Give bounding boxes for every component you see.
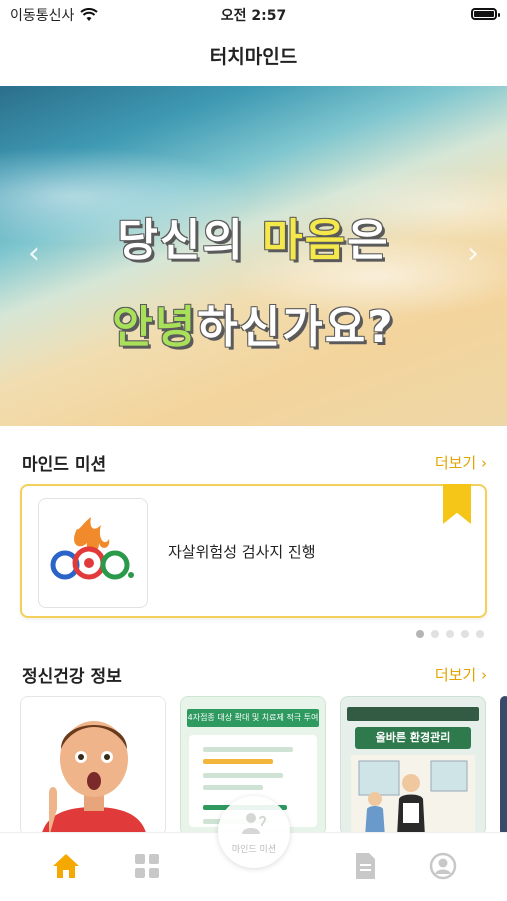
mind-mission-more-link[interactable]: 더보기 › (435, 452, 487, 473)
banner-line2-highlight: 안녕 (112, 302, 198, 353)
pagination-dot[interactable] (476, 630, 484, 638)
battery-icon (471, 8, 500, 20)
banner-line1-highlight: 마음 (262, 215, 348, 266)
environment-illustration (351, 755, 475, 835)
info-card-title: 올바른 환경관리 (355, 727, 471, 749)
profile-icon[interactable] (428, 851, 458, 881)
banner-line1-end: 은 (347, 215, 390, 266)
mission-card[interactable]: 자살위험성 검사지 진행 (20, 484, 487, 618)
banner-line1-text: 당신의 (117, 215, 263, 266)
mind-mission-fab[interactable]: 마인드 미션 (218, 796, 290, 868)
mission-logo-icon (50, 517, 134, 580)
page-title: 터치마인드 (209, 46, 298, 68)
home-icon[interactable] (51, 851, 81, 881)
status-time: 오전 2:57 (220, 8, 287, 24)
banner-line2-text: 하신가요? (197, 302, 395, 353)
pagination-dot[interactable] (446, 630, 454, 638)
grid-icon[interactable] (132, 851, 162, 881)
pagination-dot[interactable] (461, 630, 469, 638)
info-card-environment[interactable]: 올바른 환경관리 (340, 696, 486, 836)
mental-health-info-title: 정신건강 정보 (22, 667, 122, 687)
info-card-boy[interactable] (20, 696, 166, 836)
bookmark-ribbon-icon (443, 484, 471, 524)
status-bar: 이동통신사 오전 2:57 (0, 0, 507, 30)
pagination-dot[interactable] (416, 630, 424, 638)
chevron-right-icon[interactable]: › (467, 236, 479, 271)
mind-mission-icon (242, 813, 267, 834)
chevron-left-icon[interactable]: ‹ (28, 236, 40, 271)
mind-mission-title: 마인드 미션 (22, 455, 107, 475)
document-icon[interactable] (350, 851, 380, 881)
banner-carousel[interactable]: 당신의 마음은 안녕하신가요? ‹ › (0, 86, 507, 426)
mental-health-more-link[interactable]: 더보기 › (435, 664, 487, 685)
info-card-top-strip (347, 707, 479, 721)
banner-headline-line2: 안녕하신가요? (0, 291, 507, 355)
banner-headline-line1: 당신의 마음은 (0, 204, 507, 268)
cleaning-scene-icon (358, 760, 468, 835)
boy-illustration (21, 697, 165, 835)
info-card-header: 4자접종 대상 확대 및 치료제 적극 투여 (187, 709, 319, 727)
mission-thumbnail (38, 498, 148, 608)
info-card-partial[interactable] (500, 696, 507, 836)
pagination-dots (416, 630, 484, 638)
pagination-dot[interactable] (431, 630, 439, 638)
mission-card-text: 자살위험성 검사지 진행 (168, 543, 316, 561)
fab-label: 마인드 미션 (231, 845, 277, 855)
